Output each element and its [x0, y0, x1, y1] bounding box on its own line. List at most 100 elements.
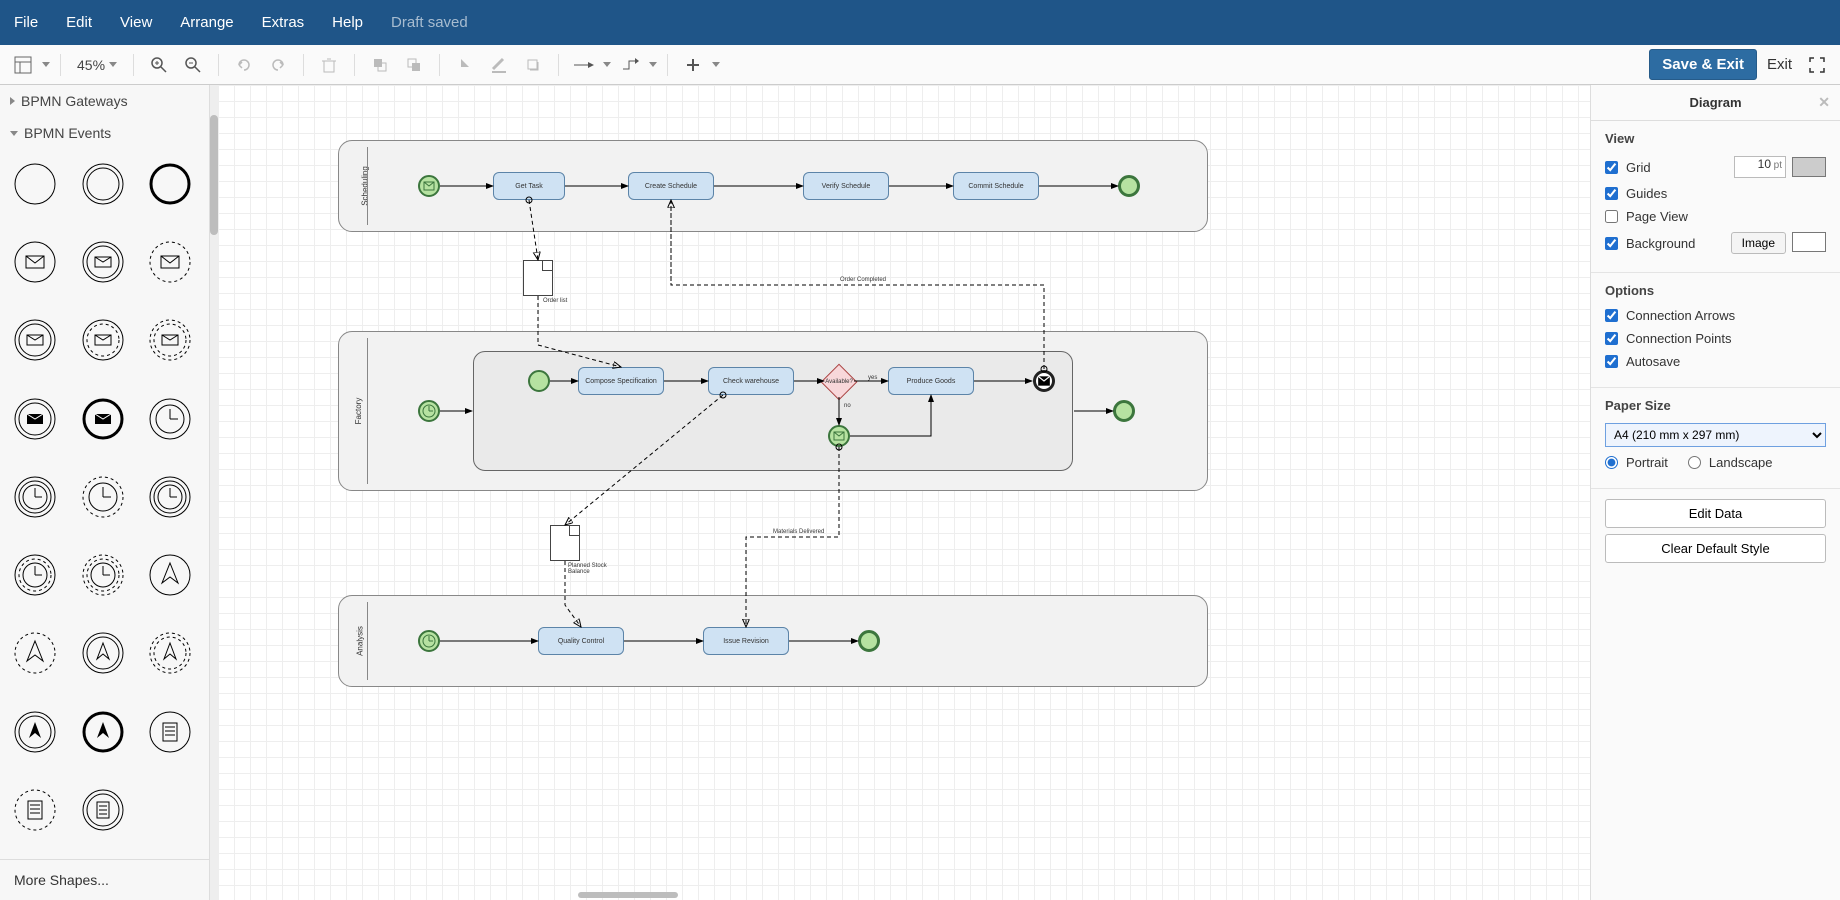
event-intermediate-icon[interactable]: [74, 155, 132, 213]
event-conditional-inter-icon[interactable]: [74, 781, 132, 839]
menu-view[interactable]: View: [120, 14, 152, 31]
checkbox-connection-arrows[interactable]: [1605, 309, 1618, 322]
shadow-icon[interactable]: [518, 50, 548, 80]
event-escalation-inter-icon[interactable]: [74, 624, 132, 682]
event-timer-ni2-icon[interactable]: [74, 546, 132, 604]
menu-arrange[interactable]: Arrange: [180, 14, 233, 31]
event-timer-ni-icon[interactable]: [6, 546, 64, 604]
event-escalation-ni-icon[interactable]: [6, 624, 64, 682]
exit-button[interactable]: Exit: [1767, 56, 1792, 73]
edit-data-button[interactable]: Edit Data: [1605, 499, 1826, 528]
event-end-analysis[interactable]: [858, 630, 880, 652]
checkbox-page-view[interactable]: [1605, 210, 1618, 223]
event-conditional-ni-icon[interactable]: [6, 781, 64, 839]
event-message-catch-icon[interactable]: [6, 311, 64, 369]
zoom-out-icon[interactable]: [178, 50, 208, 80]
event-message-start-icon[interactable]: [6, 233, 64, 291]
grid-color-swatch[interactable]: [1792, 157, 1826, 177]
event-message-end-icon[interactable]: [74, 390, 132, 448]
checkbox-guides[interactable]: [1605, 187, 1618, 200]
checkbox-grid[interactable]: [1605, 161, 1618, 174]
event-message-start-ni-icon[interactable]: [74, 233, 132, 291]
zoom-level[interactable]: 45%: [71, 57, 123, 73]
event-timer-boundary-icon[interactable]: [141, 468, 199, 526]
menu-file[interactable]: File: [14, 14, 38, 31]
redo-icon[interactable]: [263, 50, 293, 80]
zoom-in-icon[interactable]: [144, 50, 174, 80]
radio-portrait[interactable]: [1605, 456, 1618, 469]
more-shapes-button[interactable]: More Shapes...: [0, 859, 209, 900]
add-icon[interactable]: [678, 50, 708, 80]
fullscreen-icon[interactable]: [1802, 50, 1832, 80]
menu-extras[interactable]: Extras: [262, 14, 305, 31]
task-create-schedule[interactable]: Create Schedule: [628, 172, 714, 200]
clear-default-style-button[interactable]: Clear Default Style: [1605, 534, 1826, 563]
waypoint-icon[interactable]: [615, 50, 645, 80]
category-bpmn-gateways[interactable]: BPMN Gateways: [0, 85, 209, 117]
menu-help[interactable]: Help: [332, 14, 363, 31]
checkbox-connection-points[interactable]: [1605, 332, 1618, 345]
event-escalation-ni2-icon[interactable]: [141, 624, 199, 682]
event-end-icon[interactable]: [141, 155, 199, 213]
task-issue-revision[interactable]: Issue Revision: [703, 627, 789, 655]
event-start-subprocess[interactable]: [528, 370, 550, 392]
event-escalation-start-icon[interactable]: [141, 546, 199, 604]
event-start-icon[interactable]: [6, 155, 64, 213]
event-start-message[interactable]: [418, 175, 440, 197]
connection-icon[interactable]: [569, 50, 599, 80]
pool-scheduling[interactable]: Scheduling: [338, 140, 1208, 232]
task-produce-goods[interactable]: Produce Goods: [888, 367, 974, 395]
task-quality-control[interactable]: Quality Control: [538, 627, 624, 655]
event-timer-inter-icon[interactable]: [6, 468, 64, 526]
paper-size-select[interactable]: A4 (210 mm x 297 mm): [1605, 423, 1826, 447]
category-bpmn-events[interactable]: BPMN Events: [0, 117, 209, 149]
checkbox-autosave[interactable]: [1605, 355, 1618, 368]
radio-landscape[interactable]: [1688, 456, 1701, 469]
to-front-icon[interactable]: [365, 50, 395, 80]
task-get-task[interactable]: Get Task: [493, 172, 565, 200]
menu-edit[interactable]: Edit: [66, 14, 92, 31]
task-compose-spec[interactable]: Compose Specification: [578, 367, 664, 395]
layout-icon[interactable]: [8, 50, 38, 80]
event-end-scheduling[interactable]: [1118, 175, 1140, 197]
event-end-subprocess[interactable]: [1033, 370, 1055, 392]
task-verify-schedule[interactable]: Verify Schedule: [803, 172, 889, 200]
fill-icon[interactable]: [450, 50, 480, 80]
waypoint-dropdown-icon[interactable]: [649, 62, 657, 67]
close-icon[interactable]: ✕: [1818, 94, 1830, 111]
connection-dropdown-icon[interactable]: [603, 62, 611, 67]
document-order-list[interactable]: [523, 260, 553, 296]
event-message-catch-ni-icon[interactable]: [74, 311, 132, 369]
stroke-icon[interactable]: [484, 50, 514, 80]
event-escalation-end-icon[interactable]: [74, 703, 132, 761]
event-message-throw-icon[interactable]: [6, 390, 64, 448]
event-message-start-dashed-icon[interactable]: [141, 233, 199, 291]
label-guides: Guides: [1626, 186, 1667, 201]
document-stock-balance[interactable]: [550, 525, 580, 561]
background-color-swatch[interactable]: [1792, 232, 1826, 252]
event-message-intermediate[interactable]: [828, 425, 850, 447]
layout-dropdown-icon[interactable]: [42, 62, 50, 67]
shape-sidebar: BPMN Gateways BPMN Events: [0, 85, 210, 900]
event-escalation-throw-icon[interactable]: [6, 703, 64, 761]
task-check-warehouse[interactable]: Check warehouse: [708, 367, 794, 395]
checkbox-background[interactable]: [1605, 237, 1618, 250]
event-end-factory[interactable]: [1113, 400, 1135, 422]
background-image-button[interactable]: Image: [1731, 232, 1786, 254]
add-dropdown-icon[interactable]: [712, 62, 720, 67]
grid-size-input[interactable]: 10pt: [1734, 156, 1786, 178]
to-back-icon[interactable]: [399, 50, 429, 80]
delete-icon[interactable]: [314, 50, 344, 80]
event-message-boundary-icon[interactable]: [141, 311, 199, 369]
event-timer-analysis[interactable]: [418, 630, 440, 652]
event-timer-dashed-icon[interactable]: [74, 468, 132, 526]
sidebar-scrollbar[interactable]: [210, 85, 218, 900]
event-timer-start-icon[interactable]: [141, 390, 199, 448]
canvas-scrollbar[interactable]: [578, 892, 678, 898]
undo-icon[interactable]: [229, 50, 259, 80]
event-conditional-start-icon[interactable]: [141, 703, 199, 761]
save-and-exit-button[interactable]: Save & Exit: [1649, 49, 1757, 80]
event-timer-factory[interactable]: [418, 400, 440, 422]
canvas[interactable]: Scheduling Get Task Create Schedule Veri…: [218, 85, 1590, 900]
task-commit-schedule[interactable]: Commit Schedule: [953, 172, 1039, 200]
